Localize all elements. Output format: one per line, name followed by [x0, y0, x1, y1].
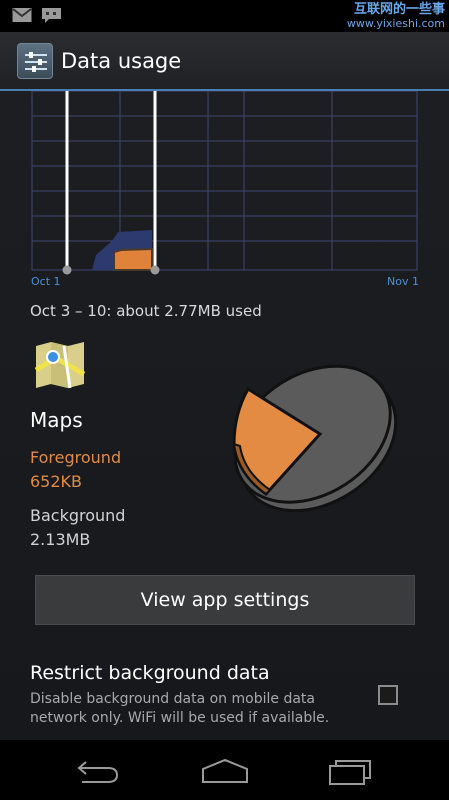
chart-end-label: Nov 1: [387, 275, 419, 288]
action-bar: Data usage: [0, 32, 449, 90]
selected-usage-area: [113, 247, 153, 271]
recent-apps-icon[interactable]: [327, 756, 375, 786]
watermark-line2: www.yixieshi.com: [346, 17, 445, 30]
restrict-background-title[interactable]: Restrict background data: [30, 662, 270, 684]
foreground-label: Foreground: [30, 448, 122, 467]
view-app-settings-button[interactable]: View app settings: [35, 575, 415, 625]
status-bar: 互联网的一些事 www.yixieshi.com: [0, 0, 449, 32]
navigation-bar: [0, 740, 449, 800]
settings-sliders-icon[interactable]: [17, 43, 53, 79]
background-label: Background: [30, 506, 126, 525]
foreground-value: 652KB: [30, 472, 83, 491]
page-title: Data usage: [61, 49, 182, 73]
app-name: Maps: [30, 408, 83, 432]
usage-chart[interactable]: [0, 91, 449, 291]
back-icon[interactable]: [74, 756, 122, 786]
gmail-icon: [12, 8, 32, 22]
range-start-knob[interactable]: [62, 265, 72, 275]
restrict-background-description: Disable background data on mobile data n…: [30, 691, 330, 726]
usage-pie-chart: [232, 364, 398, 513]
chart-start-label: Oct 1: [31, 275, 61, 288]
talk-icon: [42, 8, 61, 23]
home-icon[interactable]: [200, 756, 250, 786]
watermark: 互联网的一些事 www.yixieshi.com: [347, 3, 445, 31]
maps-app-icon: [34, 342, 86, 389]
watermark-line1: 互联网的一些事: [353, 2, 445, 17]
usage-period-summary: Oct 3 – 10: about 2.77MB used: [30, 302, 262, 320]
range-end-knob[interactable]: [150, 265, 160, 275]
background-value: 2.13MB: [30, 530, 91, 549]
chart-grid: [31, 91, 418, 271]
restrict-background-checkbox[interactable]: [378, 685, 398, 705]
